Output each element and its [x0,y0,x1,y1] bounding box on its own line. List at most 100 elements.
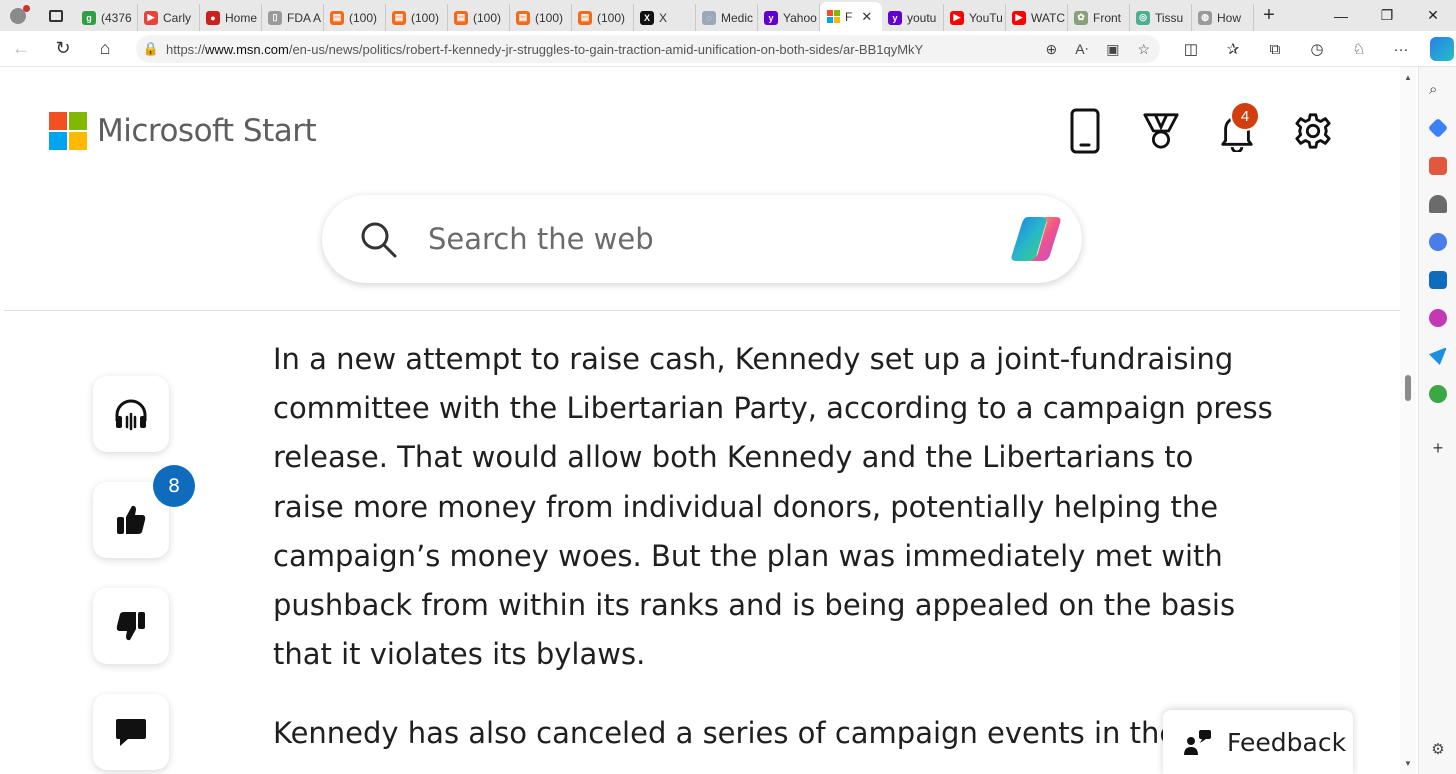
header-divider [4,310,1400,311]
like-count-badge: 8 [153,465,195,507]
browser-tab[interactable]: ▤ (100) [510,4,572,31]
browser-tab[interactable]: ▤ (100) [572,4,634,31]
browser-tab[interactable]: ● Home [200,4,262,31]
article-paragraph: In a new attempt to raise cash, Kennedy … [273,342,1273,672]
browser-tab[interactable]: ◍ How [1192,4,1254,31]
page-scrollbar[interactable]: ▲ ▼ [1400,67,1416,774]
article-body: In a new attempt to raise cash, Kennedy … [273,335,1273,774]
address-bar[interactable]: 🔒 https://www.msn.com/en-us/news/politic… [136,35,1160,63]
favorite-star-icon[interactable]: ☆ [1137,41,1150,58]
more-menu-icon[interactable]: ··· [1380,41,1422,58]
collections-icon[interactable]: ⧉ [1254,41,1296,58]
comments-button[interactable] [93,694,169,770]
feedback-button[interactable]: Feedback [1163,710,1353,774]
profile-icon [10,4,30,24]
tab-favicon-icon: ▯ [268,10,282,25]
tab-title: WATC [1031,10,1065,25]
tab-favicon-icon: ✿ [1074,10,1088,25]
tab-title: youtu [907,10,937,25]
sidebar-tree-icon[interactable] [1429,385,1447,403]
microsoft-start-logo[interactable]: Microsoft Start [49,112,317,150]
tab-favicon-icon: ◎ [1136,10,1150,25]
tab-title: FDA A [287,10,322,25]
browser-tab[interactable]: ▤ (100) [324,4,386,31]
sidebar-m365-icon[interactable] [1429,233,1447,251]
refresh-button[interactable]: ↻ [42,31,84,67]
tab-title: Tissu [1155,10,1184,25]
url-text[interactable]: https://www.msn.com/en-us/news/politics/… [166,42,996,57]
lock-icon[interactable]: 🔒 [136,41,166,57]
browser-tab[interactable]: ✿ Front [1068,4,1130,31]
tab-favicon-icon: ▶ [950,10,964,25]
rewards-button[interactable] [1142,107,1180,155]
tab-title: X [659,10,668,25]
profile-avatar[interactable] [0,0,36,31]
listen-button[interactable] [93,376,169,452]
copilot-sidebar-icon[interactable] [1430,37,1454,61]
web-search-box[interactable] [322,195,1082,283]
minimize-button[interactable]: — [1318,0,1364,31]
sidebar-add-icon[interactable]: + [1429,439,1447,457]
close-tab-icon[interactable]: ✕ [861,9,872,25]
scroll-up-arrow[interactable]: ▲ [1404,73,1412,82]
browser-tab[interactable]: ◎ Tissu [1130,4,1192,31]
browser-tab[interactable]: y youtu [882,4,944,31]
read-aloud-icon[interactable]: Aᐧ [1075,41,1088,58]
app-available-icon[interactable]: ▣ [1106,41,1119,58]
toolbar-icons: ◫ ✰ ⧉ ◷ ♘ ··· [1170,31,1454,67]
sidebar-settings-icon[interactable]: ⚙ [1429,741,1447,759]
headphones-icon [115,399,147,431]
sidebar-search-icon[interactable]: ⌕ [1429,81,1447,99]
microsoft-logo-icon [49,112,87,150]
browser-tab[interactable]: ▶ Carly [138,4,200,31]
notifications-button[interactable]: 4 [1218,101,1260,155]
tab-favicon-icon: ▤ [330,10,344,25]
sidebar-shopping-icon[interactable] [1427,117,1449,139]
close-window-button[interactable]: ✕ [1410,0,1456,31]
notification-count-badge: 4 [1230,101,1260,131]
sidebar-designer-icon[interactable] [1429,309,1447,327]
mobile-app-button[interactable] [1066,107,1104,155]
tab-favicon-icon: ▤ [516,10,530,25]
browser-tab[interactable]: g (4376 [76,4,138,31]
sidebar-send-icon[interactable] [1429,347,1447,365]
browser-tab[interactable]: ▯ FDA A [262,4,324,31]
back-button[interactable]: ← [0,31,42,67]
browser-tab[interactable]: y Yahoo [758,4,820,31]
search-icon[interactable] [358,219,398,259]
settings-button[interactable] [1294,107,1332,155]
browser-tab[interactable]: ◌ Medic [696,4,758,31]
maximize-button[interactable]: ❐ [1364,0,1410,31]
search-input[interactable] [428,222,988,256]
history-icon[interactable]: ◷ [1296,40,1338,58]
split-screen-icon[interactable]: ◫ [1170,40,1212,58]
browser-toolbar: ← ↻ ⌂ 🔒 https://www.msn.com/en-us/news/p… [0,31,1456,67]
address-bar-icons: ⊕ Aᐧ ▣ ☆ [1046,35,1150,63]
tab-actions-button[interactable] [36,0,76,31]
feedback-icon [1184,730,1211,755]
thumbs-down-icon [116,612,145,641]
browser-tab[interactable]: F ✕ [820,2,882,31]
tab-title: (100) [411,10,440,25]
zoom-icon[interactable]: ⊕ [1046,41,1058,58]
extensions-icon[interactable]: ♘ [1338,40,1380,58]
tab-title: Home [225,10,258,25]
sidebar-games-icon[interactable] [1429,195,1447,213]
sidebar-outlook-icon[interactable] [1429,271,1447,289]
tab-list: g (4376 ▶ Carly ● Home ▯ FDA A ▤ (100) ▤ (100) ▤ (100… [76,0,1254,31]
browser-tab[interactable]: ▤ (100) [386,4,448,31]
new-tab-button[interactable]: + [1254,4,1284,27]
browser-tab[interactable]: ▶ WATC [1006,4,1068,31]
copilot-icon[interactable] [1006,213,1066,265]
home-button[interactable]: ⌂ [84,31,126,67]
browser-tab[interactable]: ▶ YouTu [944,4,1006,31]
browser-tab[interactable]: ▤ (100) [448,4,510,31]
tab-title: (100) [349,10,378,25]
tab-favicon-icon: y [764,10,778,25]
scrollbar-thumb[interactable] [1405,375,1411,401]
browser-tab[interactable]: XX [634,4,696,31]
favorites-icon[interactable]: ✰ [1212,40,1254,58]
dislike-button[interactable] [93,588,169,664]
scroll-down-arrow[interactable]: ▼ [1404,759,1412,768]
sidebar-tools-icon[interactable] [1429,157,1447,175]
